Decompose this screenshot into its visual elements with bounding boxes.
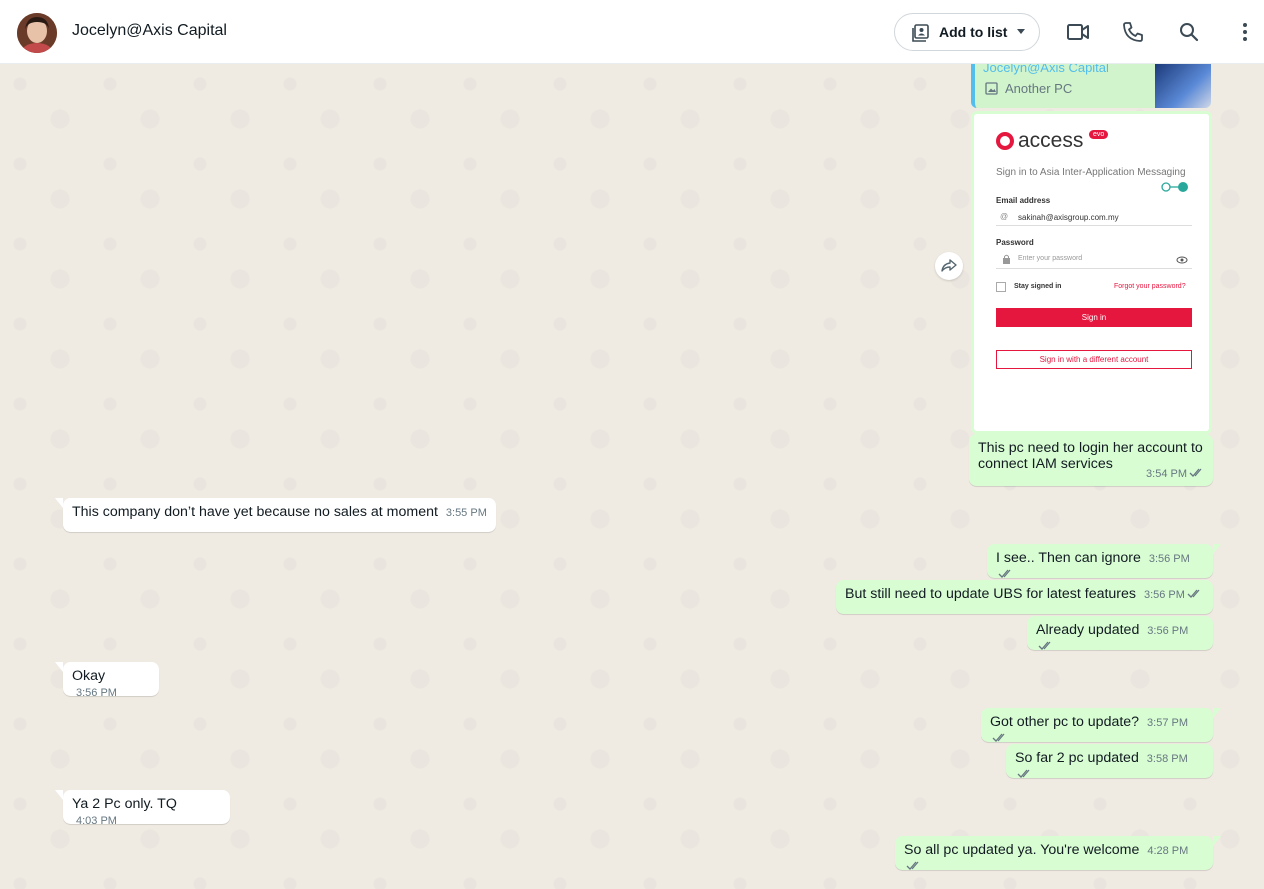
screenshot-password-label: Password: [996, 238, 1034, 247]
message-text: So all pc updated ya. You're welcome: [904, 842, 1140, 858]
contact-avatar[interactable]: [17, 13, 57, 53]
lock-icon: [1003, 254, 1010, 264]
more-options-icon[interactable]: [1233, 20, 1257, 44]
message-time: 3:57 PM: [1147, 717, 1188, 729]
double-check-icon: [992, 733, 1005, 742]
message-text: I see.. Then can ignore: [996, 550, 1141, 566]
screenshot-email-label: Email address: [996, 196, 1051, 205]
chat-header: Jocelyn@Axis Capital Add to list: [0, 0, 1264, 64]
contact-name[interactable]: Jocelyn@Axis Capital: [72, 22, 227, 40]
screenshot-sign-in-other: Sign in with a different account: [996, 350, 1192, 369]
access-logo-icon: [996, 132, 1014, 150]
chat-panel[interactable]: Jocelyn@Axis Capital Another PC access e…: [0, 64, 1264, 889]
divider: [996, 225, 1192, 226]
message-bubble[interactable]: Already updated 3:56 PM: [1027, 616, 1213, 650]
double-check-icon: [1189, 468, 1202, 477]
screenshot-sign-in: Sign in: [996, 308, 1192, 327]
toggle-icon: [1161, 182, 1188, 192]
screenshot-password-placeholder: Enter your password: [1018, 255, 1083, 262]
screenshot-stay-signed-in: Stay signed in: [1014, 283, 1062, 290]
message-text: So far 2 pc updated: [1015, 750, 1139, 766]
message-bubble[interactable]: Got other pc to update? 3:57 PM: [981, 708, 1221, 742]
forward-icon: [941, 259, 957, 272]
quoted-message[interactable]: Jocelyn@Axis Capital Another PC: [971, 64, 1211, 108]
message-bubble[interactable]: I see.. Then can ignore 3:56 PM: [987, 544, 1221, 578]
screenshot-heading: Sign in to Asia Inter-Application Messag…: [996, 167, 1186, 178]
message-bubble[interactable]: So far 2 pc updated 3:58 PM: [1006, 744, 1213, 778]
message-text: Got other pc to update?: [990, 714, 1140, 730]
forward-button[interactable]: [935, 252, 963, 280]
screenshot-forgot: Forgot your password?: [1114, 283, 1186, 290]
message-time: 3:58 PM: [1146, 753, 1188, 765]
eye-icon: [1176, 256, 1188, 264]
add-to-list-button[interactable]: Add to list: [894, 13, 1040, 51]
message-time: 4:03 PM: [76, 815, 117, 827]
screenshot-badge: evo: [1089, 130, 1109, 139]
message-bubble[interactable]: But still need to update UBS for latest …: [836, 580, 1213, 614]
message-text: Ya 2 Pc only. TQ: [72, 796, 177, 812]
contact-list-icon: [912, 24, 929, 42]
image-message[interactable]: access evo Sign in to Asia Inter-Applica…: [971, 111, 1212, 434]
message-text: But still need to update UBS for latest …: [845, 586, 1137, 602]
message-text: This company don’t have yet because no s…: [72, 504, 438, 520]
message-time: 3:54 PM: [1146, 468, 1187, 480]
video-call-icon[interactable]: [1066, 20, 1090, 44]
message-time: 3:56 PM: [1147, 625, 1189, 637]
quoted-sender: Jocelyn@Axis Capital: [983, 64, 1109, 75]
divider: [996, 268, 1192, 269]
stay-signed-in-checkbox: [996, 282, 1006, 292]
message-bubble[interactable]: So all pc updated ya. You're welcome 4:2…: [895, 836, 1221, 870]
double-check-icon: [1187, 589, 1200, 598]
message-time: 3:56 PM: [1143, 589, 1185, 601]
login-screenshot: access evo Sign in to Asia Inter-Applica…: [974, 114, 1209, 431]
add-to-list-label: Add to list: [939, 24, 1008, 40]
double-check-icon: [906, 861, 919, 870]
photo-icon: [985, 82, 998, 95]
double-check-icon: [1038, 641, 1051, 650]
message-text: Already updated: [1036, 622, 1140, 638]
screenshot-brand: access: [1018, 129, 1084, 152]
message-bubble[interactable]: Okay 3:56 PM: [55, 662, 159, 699]
double-check-icon: [1017, 769, 1030, 778]
search-icon[interactable]: [1177, 20, 1201, 44]
chevron-down-icon: [1017, 29, 1025, 34]
quoted-thumbnail: [1155, 64, 1211, 108]
at-icon: @: [1000, 212, 1009, 221]
message-bubble[interactable]: Ya 2 Pc only. TQ 4:03 PM: [55, 790, 230, 827]
message-text: Okay: [72, 668, 106, 684]
screenshot-email-value: sakinah@axisgroup.com.my: [1018, 213, 1119, 222]
message-time: 3:56 PM: [1148, 553, 1190, 565]
message-time: 3:55 PM: [445, 507, 487, 519]
message-bubble[interactable]: This pc need to login her account to con…: [969, 434, 1213, 486]
double-check-icon: [998, 569, 1011, 578]
voice-call-icon[interactable]: [1121, 20, 1145, 44]
message-time: 4:28 PM: [1147, 845, 1189, 857]
message-time: 3:56 PM: [76, 687, 117, 699]
message-bubble[interactable]: This company don’t have yet because no s…: [55, 498, 496, 532]
quoted-text: Another PC: [1005, 81, 1073, 96]
